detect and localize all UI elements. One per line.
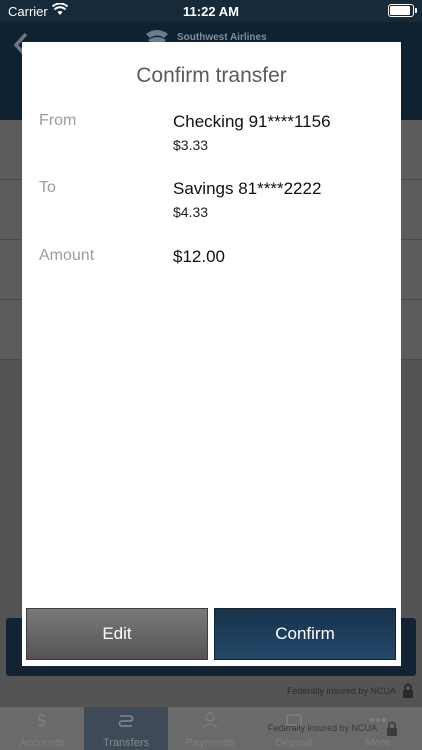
tab-label: Accounts	[19, 737, 65, 749]
tab-accounts[interactable]: $ Accounts	[0, 707, 84, 750]
confirm-button[interactable]: Confirm	[214, 608, 396, 660]
tab-label: Transfers	[102, 737, 150, 749]
lock-icon	[403, 683, 413, 698]
status-time: 11:22 AM	[183, 4, 239, 19]
confirm-transfer-dialog: Confirm transfer From Checking 91****115…	[22, 42, 401, 666]
battery-icon	[388, 4, 417, 17]
tab-payments[interactable]: Payments	[168, 707, 252, 750]
amount-label: Amount	[39, 247, 95, 264]
to-account: Savings 81****2222	[173, 179, 322, 198]
transfer-icon	[118, 715, 134, 727]
tab-transfers[interactable]: Transfers	[84, 707, 168, 750]
tab-label: Deposit	[275, 737, 313, 749]
dialog-title: Confirm transfer	[136, 64, 287, 87]
payee-icon	[202, 712, 218, 729]
from-balance: $3.33	[173, 137, 209, 153]
svg-text:$: $	[37, 711, 48, 729]
dialog-actions: Edit Confirm	[22, 606, 401, 666]
to-label: To	[39, 179, 56, 196]
to-balance: $4.33	[173, 204, 209, 220]
insured-notice: Federally insured by NCUA	[286, 686, 396, 696]
edit-button[interactable]: Edit	[26, 608, 208, 660]
amount-value: $12.00	[173, 247, 225, 266]
tab-bar: $ Accounts Transfers Payments Deposit Mo…	[0, 707, 422, 750]
tab-label: Payments	[185, 737, 235, 749]
lock-icon	[387, 721, 397, 736]
dollar-icon: $	[37, 711, 48, 729]
status-bar: Carrier 11:22 AM	[0, 0, 422, 22]
from-label: From	[39, 112, 77, 129]
tab-label: More	[365, 737, 391, 749]
from-account: Checking 91****1156	[173, 112, 331, 131]
insured-notice: Federally insured by NCUA	[268, 723, 378, 733]
